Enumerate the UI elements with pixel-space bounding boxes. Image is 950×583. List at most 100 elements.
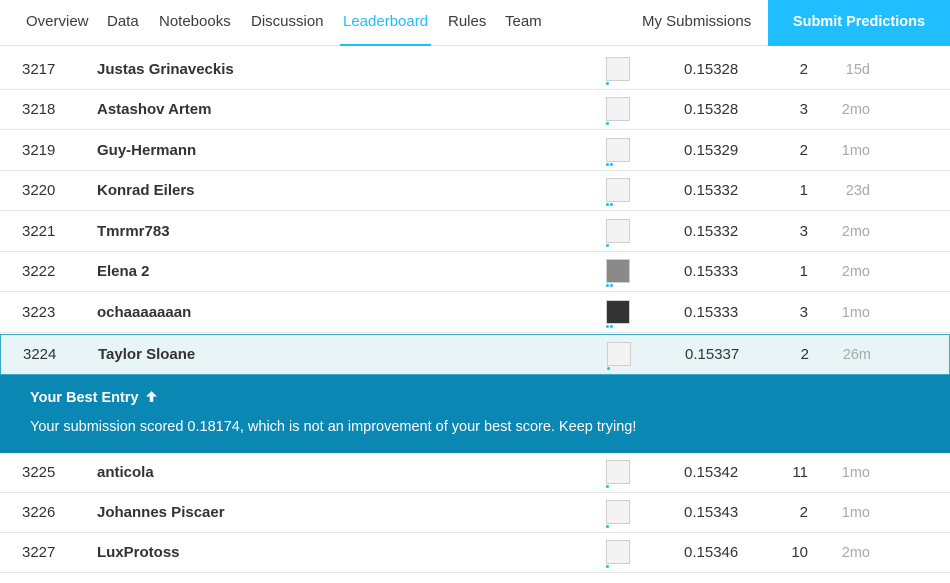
leaderboard-row[interactable]: 3218 Astashov Artem 0.15328 3 2mo — [0, 90, 950, 130]
score: 0.15332 — [684, 222, 739, 240]
score: 0.15333 — [684, 303, 739, 321]
leaderboard-row[interactable]: 3222 Elena 2 0.15333 1 2mo — [0, 252, 950, 292]
last-submission: 2mo — [841, 223, 870, 240]
last-submission: 15d — [845, 61, 870, 78]
team-member-dots — [606, 244, 610, 248]
last-submission: 2mo — [841, 101, 870, 118]
rank: 3227 — [22, 543, 56, 561]
leaderboard-row[interactable]: 3220 Konrad Eilers 0.15332 1 23d — [0, 171, 950, 211]
my-submissions-link[interactable]: My Submissions — [642, 0, 751, 46]
entries-count: 1 — [799, 262, 808, 280]
team-name[interactable]: Elena 2 — [97, 263, 150, 281]
team-name[interactable]: ochaaaaaaan — [97, 304, 191, 322]
team-avatar[interactable] — [606, 259, 630, 283]
last-submission: 2mo — [841, 544, 870, 561]
submit-predictions-button[interactable]: Submit Predictions — [768, 0, 950, 46]
team-name[interactable]: anticola — [97, 464, 154, 482]
banner-title: Your Best Entry — [30, 390, 139, 406]
last-submission: 1mo — [841, 304, 870, 321]
score: 0.15343 — [684, 503, 739, 521]
rank: 3222 — [22, 262, 56, 280]
team-member-dots — [606, 163, 614, 167]
rank: 3223 — [22, 303, 56, 321]
entries-count: 2 — [799, 60, 808, 78]
team-avatar[interactable] — [606, 300, 630, 324]
rank: 3226 — [22, 503, 56, 521]
rank: 3225 — [22, 463, 56, 481]
entries-count: 1 — [799, 181, 808, 199]
team-member-dots — [606, 525, 610, 529]
best-entry-banner: Your Best Entry Your submission scored 0… — [0, 375, 950, 453]
team-avatar[interactable] — [606, 460, 630, 484]
tab-overview[interactable]: Overview — [26, 0, 89, 46]
score: 0.15332 — [684, 181, 739, 199]
team-member-dots — [606, 485, 610, 489]
rank: 3224 — [23, 345, 57, 363]
entries-count: 2 — [800, 345, 809, 363]
tab-notebooks[interactable]: Notebooks — [159, 0, 231, 46]
leaderboard-row[interactable]: 3219 Guy-Hermann 0.15329 2 1mo — [0, 131, 950, 171]
team-name[interactable]: Justas Grinaveckis — [97, 61, 234, 79]
team-avatar[interactable] — [606, 178, 630, 202]
entries-count: 2 — [799, 503, 808, 521]
score: 0.15328 — [684, 100, 739, 118]
team-member-dots — [606, 284, 614, 288]
arrow-up-icon — [145, 391, 157, 402]
score: 0.15346 — [684, 543, 739, 561]
team-member-dots — [606, 565, 610, 569]
leaderboard-row[interactable]: 3221 Tmrmr783 0.15332 3 2mo — [0, 212, 950, 252]
score: 0.15342 — [684, 463, 739, 481]
team-avatar[interactable] — [606, 138, 630, 162]
rank: 3219 — [22, 141, 56, 159]
team-name[interactable]: Johannes Piscaer — [97, 504, 225, 522]
team-member-dots — [606, 122, 610, 126]
banner-message: Your submission scored 0.18174, which is… — [30, 419, 637, 435]
entries-count: 3 — [799, 303, 808, 321]
team-member-dots — [606, 203, 614, 207]
score: 0.15333 — [684, 262, 739, 280]
rank: 3218 — [22, 100, 56, 118]
team-avatar[interactable] — [606, 97, 630, 121]
tab-data[interactable]: Data — [107, 0, 139, 46]
team-avatar[interactable] — [606, 540, 630, 564]
last-submission: 26m — [842, 346, 871, 363]
entries-count: 3 — [799, 222, 808, 240]
tab-leaderboard[interactable]: Leaderboard — [340, 0, 432, 46]
team-name[interactable]: LuxProtoss — [97, 544, 180, 562]
competition-nav: Overview Data Notebooks Discussion Leade… — [0, 0, 950, 46]
leaderboard-row-current-user[interactable]: 3224 Taylor Sloane 0.15337 2 26m — [0, 334, 950, 375]
leaderboard-row[interactable]: 3226 Johannes Piscaer 0.15343 2 1mo — [0, 493, 950, 533]
team-member-dots — [606, 325, 614, 329]
team-name[interactable]: Konrad Eilers — [97, 182, 195, 200]
leaderboard-row[interactable]: 3217 Justas Grinaveckis 0.15328 2 15d — [0, 50, 950, 90]
leaderboard-row[interactable]: 3223 ochaaaaaaan 0.15333 3 1mo — [0, 293, 950, 333]
entries-count: 10 — [791, 543, 808, 561]
last-submission: 1mo — [841, 504, 870, 521]
team-member-dots — [607, 367, 611, 371]
team-avatar[interactable] — [606, 57, 630, 81]
score: 0.15328 — [684, 60, 739, 78]
score: 0.15337 — [685, 345, 740, 363]
team-name[interactable]: Guy-Hermann — [97, 142, 196, 160]
tab-team[interactable]: Team — [505, 0, 542, 46]
rank: 3221 — [22, 222, 56, 240]
team-name[interactable]: Taylor Sloane — [98, 346, 195, 364]
last-submission: 1mo — [841, 142, 870, 159]
entries-count: 11 — [792, 463, 808, 481]
team-name[interactable]: Tmrmr783 — [97, 223, 170, 241]
team-name[interactable]: Astashov Artem — [97, 101, 211, 119]
team-avatar[interactable] — [606, 219, 630, 243]
tab-discussion[interactable]: Discussion — [251, 0, 324, 46]
leaderboard-row[interactable]: 3227 LuxProtoss 0.15346 10 2mo — [0, 533, 950, 573]
score: 0.15329 — [684, 141, 739, 159]
entries-count: 2 — [799, 141, 808, 159]
last-submission: 2mo — [841, 263, 870, 280]
tab-rules[interactable]: Rules — [448, 0, 486, 46]
rank: 3217 — [22, 60, 56, 78]
rank: 3220 — [22, 181, 56, 199]
leaderboard-row[interactable]: 3225 anticola 0.15342 11 1mo — [0, 453, 950, 493]
team-avatar[interactable] — [606, 500, 630, 524]
last-submission: 1mo — [841, 464, 870, 481]
team-member-dots — [606, 82, 610, 86]
team-avatar[interactable] — [607, 342, 631, 366]
